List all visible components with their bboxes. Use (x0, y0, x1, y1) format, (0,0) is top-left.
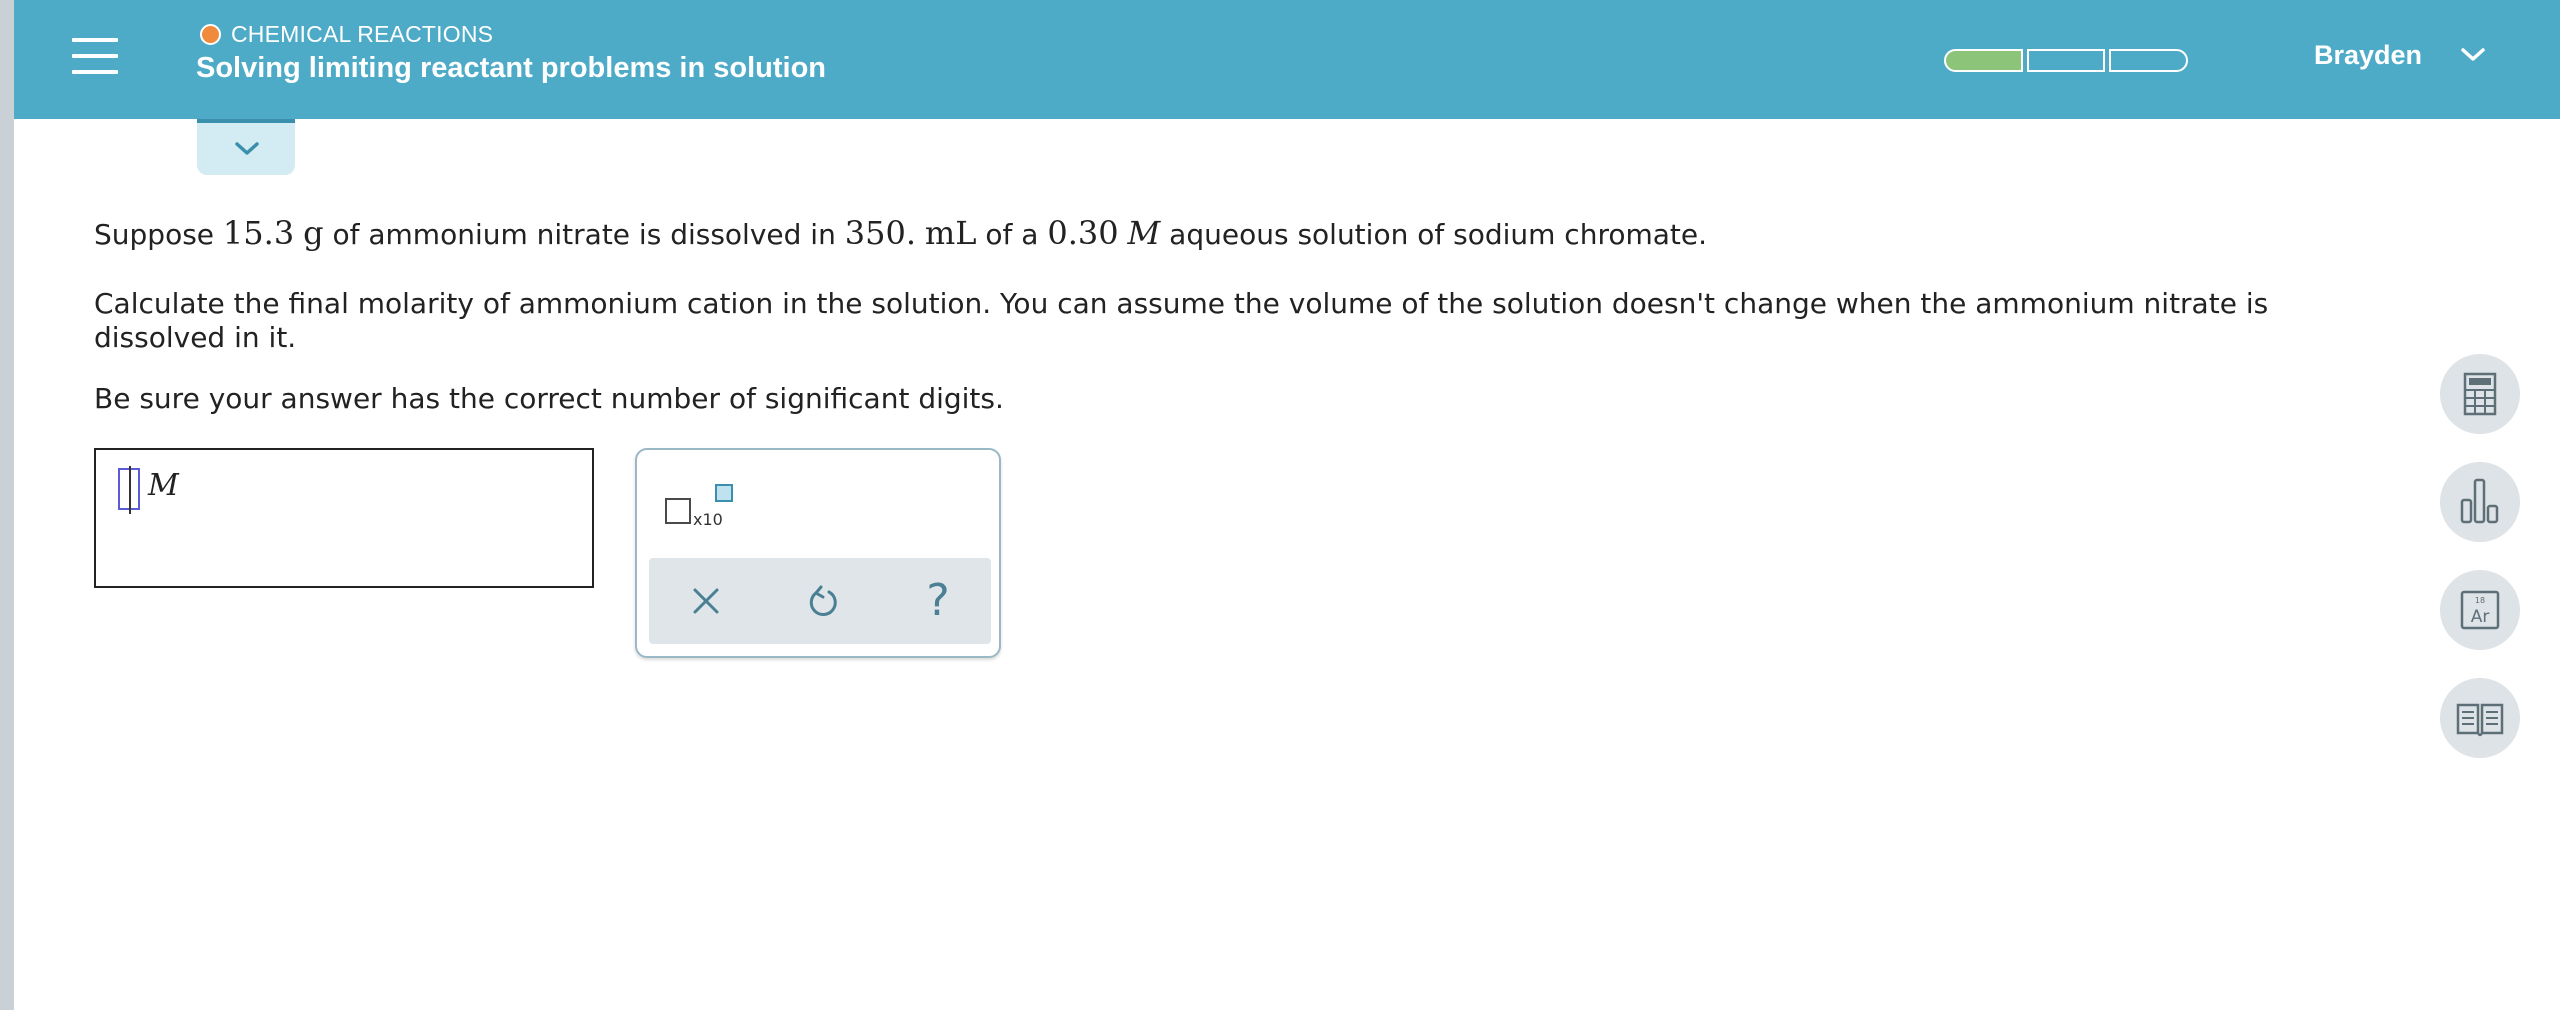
calculator-button[interactable] (2440, 354, 2520, 434)
textbook-button[interactable] (2440, 678, 2520, 758)
lesson-title: Solving limiting reactant problems in so… (196, 52, 826, 84)
atomic-number: 18 (2475, 596, 2485, 605)
question-line-1: Suppose 15.3 g of ammonium nitrate is di… (94, 214, 1708, 252)
answer-input[interactable] (118, 466, 140, 514)
clear-icon[interactable] (683, 578, 729, 624)
mass-value: 15.3 (222, 214, 295, 252)
menu-icon[interactable] (72, 38, 118, 74)
data-chart-button[interactable] (2440, 462, 2520, 542)
bar-chart-icon (2460, 478, 2499, 524)
concentration-unit: M (1127, 214, 1161, 252)
answer-toolbox: x10 ? (635, 448, 1001, 658)
action-bar: ? (649, 558, 991, 644)
page: CHEMICAL REACTIONS Solving limiting reac… (14, 0, 2560, 1010)
concentration-value: 0.30 (1047, 214, 1119, 252)
x10-label: x10 (693, 510, 723, 529)
question-line-2: Calculate the final molarity of ammonium… (94, 287, 2269, 354)
scientific-notation-button[interactable]: x10 (665, 484, 737, 530)
progress-segment (2027, 49, 2105, 72)
expand-header-tab[interactable] (197, 119, 295, 175)
user-menu[interactable]: Brayden (2314, 36, 2486, 74)
progress-bar (1944, 49, 2192, 72)
help-icon[interactable]: ? (915, 578, 961, 624)
mass-unit: g (303, 214, 324, 252)
topic-label: CHEMICAL REACTIONS (231, 20, 494, 47)
chevron-down-icon (2461, 48, 2485, 61)
answer-input-box[interactable]: M (94, 448, 594, 588)
exponent-box (715, 484, 733, 502)
window-left-border (0, 0, 14, 1010)
textbook-icon (2456, 703, 2504, 737)
progress-segment (2109, 49, 2188, 72)
volume-unit: mL (924, 214, 977, 252)
text-cursor (129, 466, 131, 514)
user-name: Brayden (2314, 39, 2423, 70)
scientific-notation-icon (665, 498, 691, 524)
topic-row: CHEMICAL REACTIONS (200, 21, 493, 47)
answer-unit: M (148, 468, 179, 503)
header-bar: CHEMICAL REACTIONS Solving limiting reac… (14, 0, 2560, 119)
element-symbol: Ar (2471, 607, 2490, 627)
undo-icon[interactable] (799, 578, 845, 624)
periodic-table-icon: 18 Ar (2460, 590, 2500, 630)
topic-status-dot (200, 23, 221, 45)
volume-value: 350. (844, 214, 916, 252)
periodic-table-button[interactable]: 18 Ar (2440, 570, 2520, 650)
question-line-3: Be sure your answer has the correct numb… (94, 382, 1004, 415)
calculator-icon (2463, 372, 2497, 416)
chevron-down-icon (235, 142, 259, 155)
progress-segment (1944, 49, 2023, 72)
